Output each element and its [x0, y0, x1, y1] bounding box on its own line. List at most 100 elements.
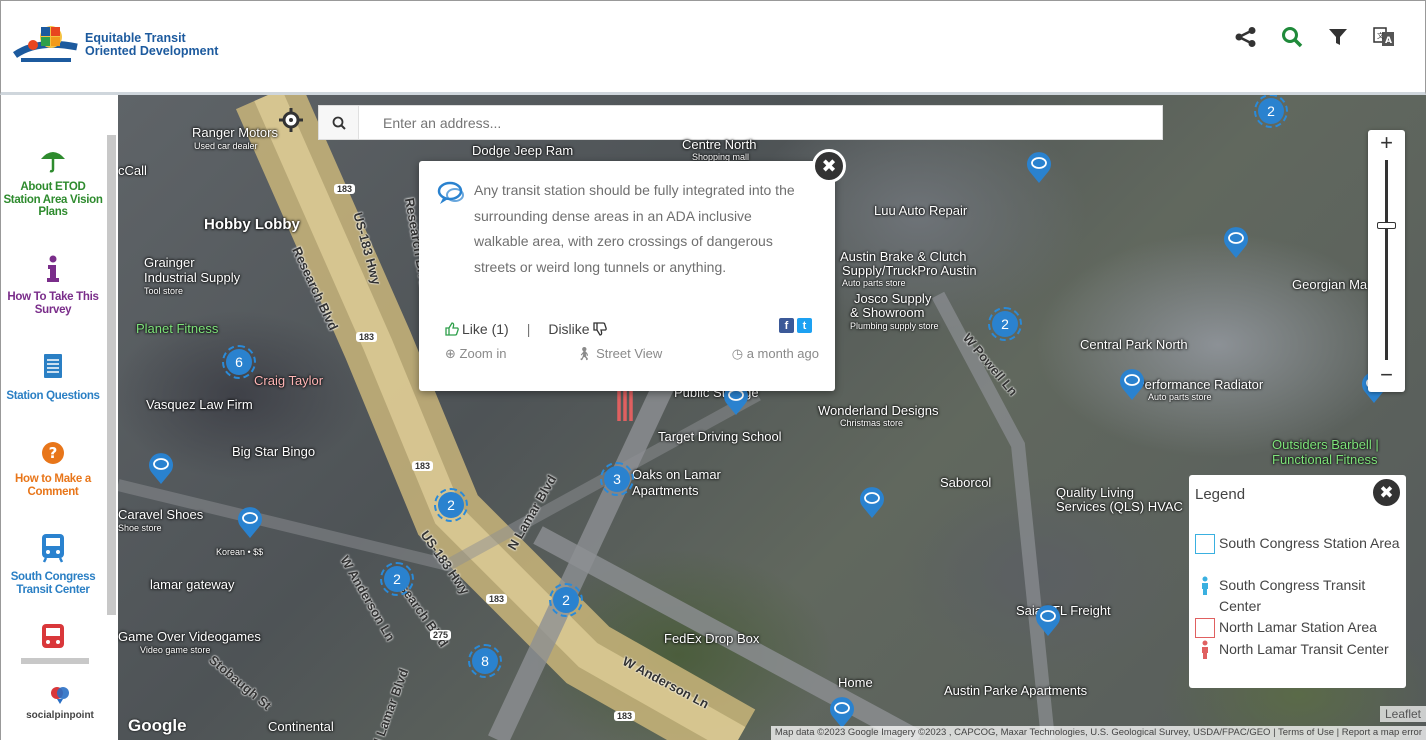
map-label: Auto parts store — [842, 278, 906, 288]
comment-cluster[interactable]: 2 — [1254, 95, 1288, 128]
highway-shield: 183 — [614, 711, 636, 721]
report-error-link[interactable]: Report a map error — [1342, 727, 1422, 738]
comment-cluster[interactable]: 8 — [468, 644, 502, 678]
etod-logo[interactable]: Equitable Transit Oriented Development — [13, 25, 218, 65]
terms-link[interactable]: Terms of Use — [1278, 727, 1334, 738]
zoom-slider-track[interactable] — [1385, 160, 1388, 360]
comment-cluster[interactable]: 2 — [380, 562, 414, 596]
facebook-share-button[interactable]: f — [779, 318, 794, 333]
highway-shield: 183 — [334, 184, 356, 194]
train-icon — [42, 624, 64, 648]
popup-close-button[interactable]: ✖ — [812, 149, 846, 183]
address-search-bar — [318, 105, 1163, 140]
comment-pin-icon[interactable] — [1118, 367, 1146, 401]
filter-icon — [1329, 29, 1347, 45]
zoom-in-label: Zoom in — [459, 346, 507, 361]
filter-button[interactable] — [1315, 19, 1361, 55]
highway-shield: 183 — [356, 332, 378, 342]
zoom-in-link[interactable]: ⊕ Zoom in — [445, 346, 507, 362]
header-actions: 文A — [1223, 19, 1407, 55]
info-icon — [47, 255, 59, 282]
translate-icon: 文A — [1373, 27, 1394, 46]
map-label: Shoe store — [118, 523, 162, 533]
map-label: Industrial Supply — [144, 270, 241, 285]
comment-pin-icon[interactable] — [147, 451, 175, 485]
sidebar-item-about-etod[interactable]: About ETOD Station Area Vision Plans — [1, 145, 105, 219]
socialpinpoint-text: socialpinpoint — [26, 710, 94, 721]
translate-button[interactable]: 文A — [1361, 19, 1407, 55]
comment-pin-icon[interactable] — [1025, 150, 1053, 184]
map-label: Tool store — [144, 286, 184, 296]
socialpinpoint-logo[interactable]: socialpinpoint — [1, 685, 119, 721]
comment-pin-icon[interactable] — [858, 485, 886, 519]
map-label: Saia LTL Freight — [1016, 603, 1111, 618]
zoom-out-button[interactable]: − — [1368, 362, 1405, 388]
transit-center-person-icon — [1202, 640, 1208, 659]
locate-me-button[interactable] — [278, 107, 304, 133]
sidebar-hscroll-thumb[interactable] — [21, 658, 89, 664]
legend-label: South Congress Transit Center — [1219, 577, 1366, 614]
question-icon: ? — [42, 442, 64, 464]
cluster-count: 6 — [226, 349, 252, 375]
map-label: Hobby Lobby — [204, 216, 300, 233]
comment-cluster[interactable]: 2 — [434, 488, 468, 522]
address-search-button[interactable] — [319, 106, 359, 139]
comment-cluster[interactable]: 2 — [549, 583, 583, 617]
map-label: Outsiders Barbell | — [1272, 437, 1379, 452]
reaction-separator: | — [526, 321, 531, 337]
comment-cluster[interactable]: 3 — [600, 462, 634, 496]
dislike-label: Dislike — [548, 321, 590, 337]
map-label: Grainger — [144, 255, 195, 270]
comment-pin-icon[interactable] — [236, 505, 264, 539]
map[interactable]: Ranger Motors Used car dealer Dodge Jeep… — [118, 95, 1426, 740]
sidebar-item-north-lamar[interactable] — [1, 623, 105, 661]
comment-pin-icon[interactable] — [1222, 225, 1250, 259]
dislike-button[interactable]: Dislike — [548, 321, 607, 337]
highway-shield: 183 — [412, 461, 434, 471]
map-label: Central Park North — [1080, 337, 1188, 352]
zoom-in-icon: ⊕ — [445, 346, 456, 361]
sidebar-scroll-thumb[interactable] — [107, 135, 116, 615]
street-view-link[interactable]: 🚶︎ Street View — [576, 346, 662, 362]
legend-item: South Congress Transit Center — [1195, 575, 1400, 617]
comment-pin-icon[interactable] — [828, 695, 856, 729]
legend-label: North Lamar Station Area — [1219, 619, 1377, 635]
sidebar-item-label: How to Make a Comment — [15, 473, 91, 498]
map-label: & Showroom — [850, 305, 925, 320]
comment-pin-icon[interactable] — [1034, 603, 1062, 637]
search-button[interactable] — [1269, 19, 1315, 55]
address-search-input[interactable] — [359, 106, 1139, 139]
share-button[interactable] — [1223, 19, 1269, 55]
sidebar-item-label: Station Questions — [6, 390, 100, 402]
sidebar-item-how-to-comment[interactable]: ? How to Make a Comment — [1, 441, 105, 498]
map-label: Christmas store — [840, 418, 904, 428]
socialpinpoint-icon — [51, 687, 69, 704]
sidebar-item-label: South Congress Transit Center — [10, 571, 96, 596]
station-area-swatch — [1195, 618, 1215, 638]
north-lamar-station-icon[interactable] — [616, 387, 634, 421]
zoom-in-button[interactable]: + — [1368, 130, 1405, 156]
map-label: Supply/TruckPro Austin — [842, 263, 977, 278]
logo-line-2: Oriented Development — [85, 44, 219, 58]
map-label: Georgian Ma — [1292, 277, 1368, 292]
comment-bubble-icon — [437, 181, 464, 204]
zoom-slider-handle[interactable] — [1377, 222, 1396, 229]
comment-cluster[interactable]: 6 — [222, 345, 256, 379]
legend-close-button[interactable]: ✖ — [1370, 476, 1403, 509]
map-label: Home — [838, 675, 873, 690]
map-label: Quality Living — [1056, 485, 1135, 500]
comment-cluster[interactable]: 2 — [988, 307, 1022, 341]
sidebar-item-station-questions[interactable]: Station Questions — [1, 353, 105, 403]
legend-label: South Congress Station Area — [1219, 535, 1400, 551]
comment-actions: ⊕ Zoom in 🚶︎ Street View ◷ a month ago — [445, 346, 819, 362]
sidebar-item-how-to-take-survey[interactable]: How To Take This Survey — [1, 255, 105, 316]
logo-text: Equitable Transit Oriented Development — [85, 32, 218, 58]
map-label: Saborcol — [940, 475, 992, 490]
sidebar-item-south-congress[interactable]: South Congress Transit Center — [1, 533, 105, 596]
sidebar-item-label: About ETOD Station Area Vision Plans — [3, 181, 103, 218]
map-label: Korean • $$ — [216, 547, 264, 557]
twitter-share-button[interactable]: t — [797, 318, 812, 333]
leaflet-attribution[interactable]: Leaflet — [1379, 706, 1426, 722]
share-buttons: f t — [779, 318, 812, 333]
like-button[interactable]: Like (1) — [445, 321, 509, 337]
